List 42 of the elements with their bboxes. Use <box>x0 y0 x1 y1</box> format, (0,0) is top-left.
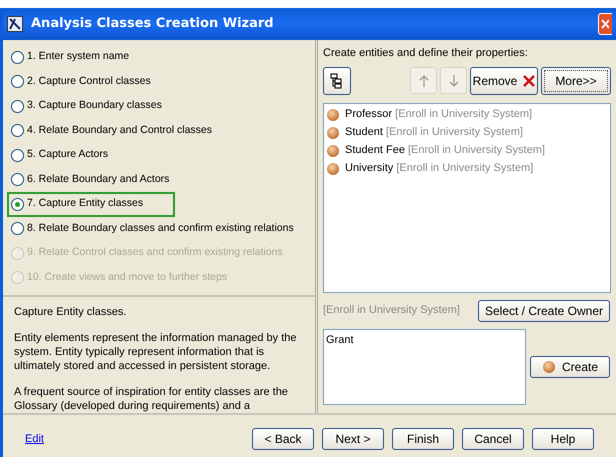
step-radio[interactable]: 6. Relate Boundary and Actors <box>9 168 309 192</box>
step-radio[interactable]: 3. Capture Boundary classes <box>9 94 309 118</box>
wizard-button[interactable]: < Back <box>252 428 314 450</box>
sphere-icon <box>326 144 340 158</box>
owner-label: [Enroll in University System] <box>323 303 460 318</box>
app-icon <box>7 16 23 32</box>
hierarchy-icon <box>330 72 344 88</box>
wizard-button[interactable]: Next > <box>322 428 384 450</box>
step-radio[interactable]: 7. Capture Entity classes <box>7 192 175 216</box>
close-icon <box>599 18 609 30</box>
description-text: Capture Entity classes. <box>14 305 128 319</box>
wizard-button[interactable]: Finish <box>392 428 454 450</box>
entity-item[interactable]: Professor [Enroll in University System] <box>326 106 608 124</box>
instruction-text: Create entities and define their properties: <box>323 46 529 61</box>
step-radio[interactable]: 4. Relate Boundary and Control classes <box>9 118 309 143</box>
select-owner-button[interactable]: Select / Create Owner <box>478 300 610 322</box>
create-button[interactable]: Create <box>530 356 610 378</box>
close-button[interactable] <box>598 13 612 35</box>
tree-view-button[interactable] <box>323 66 351 94</box>
cross-icon <box>523 74 536 86</box>
sphere-icon <box>326 162 340 176</box>
name-field[interactable]: Grant <box>323 328 526 404</box>
edit-link[interactable]: Edit <box>25 430 44 448</box>
sphere-icon <box>326 126 340 140</box>
wizard-button[interactable]: Help <box>532 428 594 450</box>
sphere-icon <box>326 108 340 122</box>
entity-item[interactable]: Student [Enroll in University System] <box>326 124 608 142</box>
wizard-button[interactable]: Cancel <box>462 428 524 450</box>
step-radio[interactable]: 2. Capture Control classes <box>9 70 309 94</box>
entity-item[interactable]: Student Fee [Enroll in University System] <box>326 142 608 160</box>
step-radio[interactable]: 5. Capture Actors <box>9 143 309 168</box>
description-text: Entity elements represent the information managed by the system. Entity typically represent information that is ultimately stored and accessed in persistent storage. <box>14 331 298 373</box>
window-title: Analysis Classes Creation Wizard <box>31 15 274 34</box>
step-radio[interactable]: 1. Enter system name <box>9 45 309 70</box>
arrow-up-icon <box>418 74 428 88</box>
sphere-icon <box>542 360 556 374</box>
entity-item[interactable]: University [Enroll in University System] <box>326 160 608 178</box>
remove-button[interactable]: Remove <box>470 66 538 94</box>
step-radio[interactable]: 8. Relate Boundary classes and confirm existing relations <box>9 216 309 241</box>
more-button[interactable]: More>> <box>541 66 611 94</box>
arrow-down-icon <box>448 74 458 88</box>
description-text: A frequent source of inspiration for entity classes are the Glossary (developed during requirements) and a <box>14 385 289 413</box>
